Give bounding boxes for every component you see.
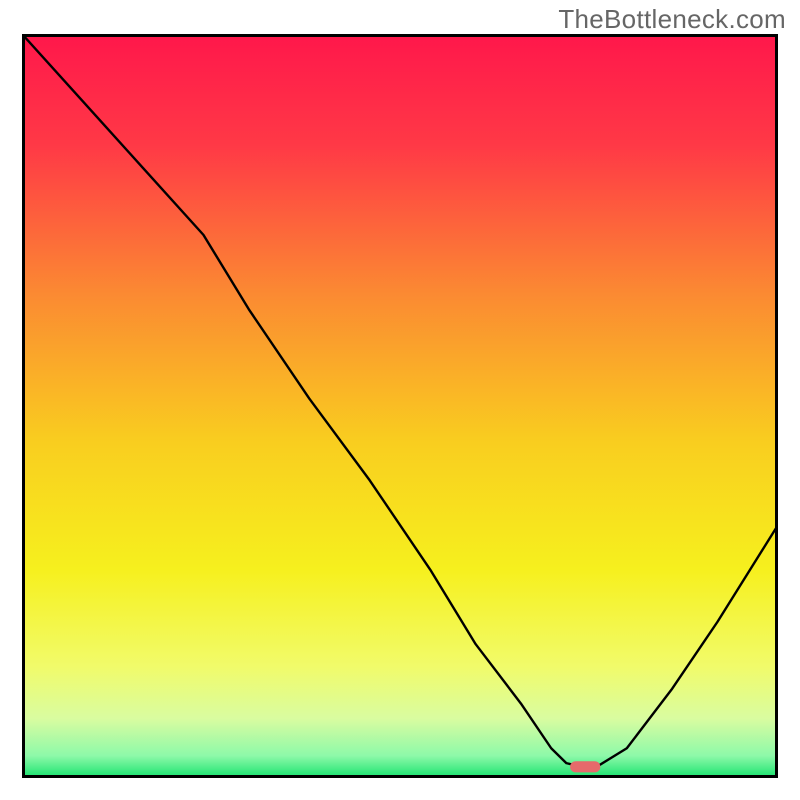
- optimal-marker: [570, 761, 600, 772]
- watermark-text: TheBottleneck.com: [558, 4, 786, 35]
- chart-container: TheBottleneck.com: [0, 0, 800, 800]
- chart-svg: [22, 34, 778, 778]
- chart-frame: [22, 34, 778, 778]
- chart-background: [22, 34, 778, 778]
